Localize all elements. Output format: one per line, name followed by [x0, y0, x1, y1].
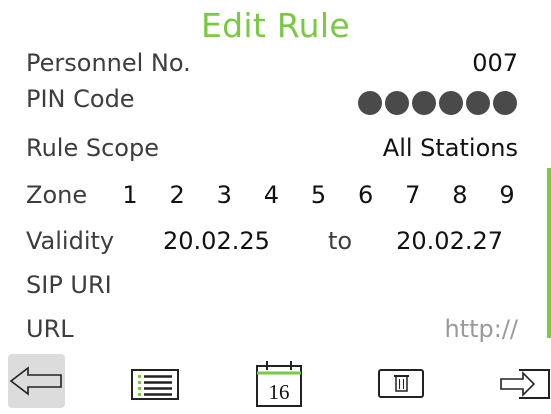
pin-dot	[493, 91, 517, 115]
url-row[interactable]: URL http://	[26, 315, 518, 355]
list-button[interactable]	[130, 352, 180, 410]
url-field[interactable]: http://	[444, 315, 518, 343]
personnel-number-label: Personnel No.	[26, 49, 191, 77]
pin-dot	[358, 91, 382, 115]
pin-code-label: PIN Code	[26, 85, 135, 113]
delete-icon	[378, 369, 424, 398]
zone-1-toggle[interactable]: 1	[119, 181, 141, 209]
calendar-icon: 16	[256, 361, 302, 407]
rule-scope-label: Rule Scope	[26, 134, 159, 162]
validity-from-date[interactable]: 20.02.25	[163, 227, 270, 255]
list-icon	[131, 369, 179, 400]
validity-until-date[interactable]: 20.02.27	[396, 227, 503, 255]
validity-separator: to	[328, 227, 353, 255]
pin-dot	[439, 91, 463, 115]
zone-6-toggle[interactable]: 6	[355, 181, 377, 209]
zone-label: Zone	[26, 181, 88, 209]
pin-code-row[interactable]: PIN Code	[26, 85, 518, 125]
zone-row: Zone 1 2 3 4 5 6 7 8 9	[26, 181, 518, 221]
pin-dot	[385, 91, 409, 115]
pin-dot	[412, 91, 436, 115]
sip-uri-row[interactable]: SIP URI	[26, 271, 518, 311]
zone-8-toggle[interactable]: 8	[449, 181, 471, 209]
exit-icon	[500, 369, 550, 399]
pin-code-masked-value	[358, 91, 517, 115]
zone-2-toggle[interactable]: 2	[166, 181, 188, 209]
rule-scope-value: All Stations	[382, 134, 518, 162]
bottom-toolbar: 16	[0, 352, 551, 414]
url-label: URL	[26, 315, 74, 343]
calendar-button[interactable]: 16	[255, 352, 305, 410]
delete-button[interactable]	[377, 352, 427, 410]
zone-3-toggle[interactable]: 3	[213, 181, 235, 209]
zone-selector: 1 2 3 4 5 6 7 8 9	[119, 181, 518, 209]
personnel-number-value: 007	[472, 49, 518, 77]
zone-9-toggle[interactable]: 9	[496, 181, 518, 209]
pin-dot	[466, 91, 490, 115]
validity-label: Validity	[26, 227, 115, 255]
personnel-number-row[interactable]: Personnel No. 007	[26, 40, 518, 80]
scrollbar[interactable]	[547, 168, 551, 338]
zone-4-toggle[interactable]: 4	[260, 181, 282, 209]
back-button[interactable]	[8, 354, 65, 408]
rule-scope-row[interactable]: Rule Scope All Stations	[26, 134, 518, 174]
exit-button[interactable]	[495, 352, 551, 410]
calendar-day: 16	[269, 380, 290, 404]
zone-5-toggle[interactable]: 5	[308, 181, 330, 209]
back-arrow-icon	[9, 366, 62, 396]
sip-uri-label: SIP URI	[26, 271, 112, 299]
validity-row: Validity 20.02.25 to 20.02.27	[26, 227, 518, 267]
zone-7-toggle[interactable]: 7	[402, 181, 424, 209]
